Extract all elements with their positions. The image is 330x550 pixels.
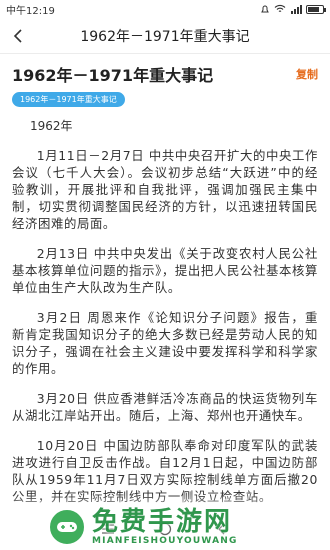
back-button[interactable]	[0, 18, 36, 54]
copy-button[interactable]: 复制	[296, 66, 318, 82]
article-paragraph: 2月13日 中共中央发出《关于改变农村人民公社基本核算单位问题的指示》，提出把人…	[12, 246, 318, 295]
watermark-cn: 免费手游网	[92, 507, 233, 537]
page-title: 1962年－1971年重大事记	[12, 66, 214, 85]
year-heading: 1962年	[30, 119, 73, 133]
status-icons	[260, 4, 326, 14]
status-time: 中午12:19	[6, 5, 55, 17]
title-row: 1962年－1971年重大事记 复制	[12, 62, 318, 86]
article-paragraph: 3月20日 供应香港鲜活冷冻商品的快运货物列车从湖北江岸站开出。随后，上海、郑州…	[12, 391, 318, 423]
nav-title: 1962年－1971年重大事记	[80, 28, 250, 45]
category-tag[interactable]: 1962年－1971年重大事记	[12, 92, 125, 107]
signal-icon	[291, 5, 302, 14]
watermark-logo	[48, 508, 86, 546]
notification-icon	[261, 5, 269, 13]
site-watermark: 免费手游网 MIANFEISHOUYOUWANG	[48, 508, 238, 546]
navigation-bar: 1962年－1971年重大事记	[0, 18, 330, 54]
article-paragraph: 3月2日 周恩来作《论知识分子问题》报告，重新肯定我国知识分子的绝大多数已经是劳…	[12, 310, 318, 376]
watermark-en: MIANFEISHOUYOUWANG	[92, 536, 238, 546]
gamepad-icon	[57, 522, 77, 532]
article-paragraph: 1月11日－2月7日 中共中央召开扩大的中央工作会议（七千人大会）。会议初步总结…	[12, 148, 318, 231]
article-content: 1962年－1971年重大事记 复制 1962年－1971年重大事记 1962年…	[0, 62, 330, 505]
status-bar: 中午12:19	[0, 0, 330, 18]
watermark-text: 免费手游网 MIANFEISHOUYOUWANG	[92, 508, 238, 546]
wifi-icon	[274, 4, 286, 12]
chevron-left-icon	[13, 28, 22, 43]
battery-icon	[306, 4, 326, 14]
